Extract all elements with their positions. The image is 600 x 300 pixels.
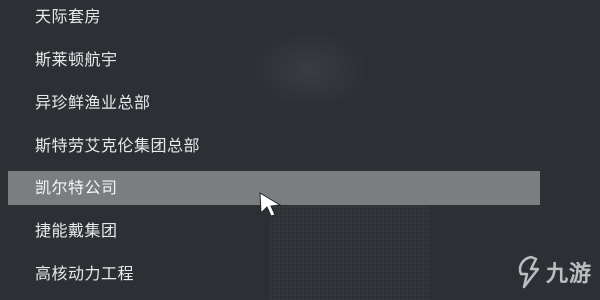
watermark-text: 九游 [545, 262, 592, 287]
watermark-logo: 九游 [514, 252, 592, 292]
mouse-cursor-icon [259, 192, 282, 217]
list-item-stroud-eckland-hq[interactable]: 斯特劳艾克伦集团总部 [8, 129, 540, 163]
ninegame-logo-icon [518, 255, 540, 289]
list-item-exotic-fishery-hq[interactable]: 异珍鲜渔业总部 [8, 86, 540, 120]
list-item-jienengdai-group[interactable]: 捷能戴集团 [8, 214, 540, 248]
list-item-slayton-aerospace[interactable]: 斯莱顿航宇 [8, 43, 540, 77]
list-item-tianji-suite[interactable]: 天际套房 [8, 0, 540, 34]
list-item-nuclear-engineering[interactable]: 高核动力工程 [8, 257, 540, 291]
